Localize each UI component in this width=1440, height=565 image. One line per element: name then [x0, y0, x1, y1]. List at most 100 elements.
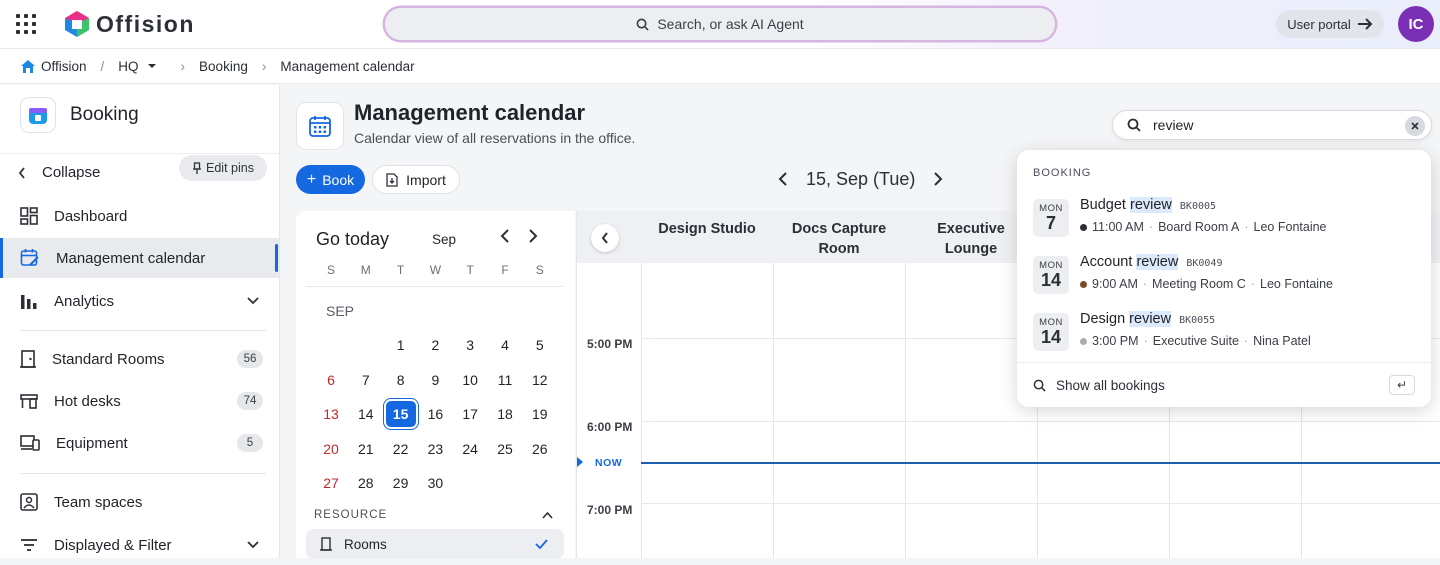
import-button[interactable]: Import — [372, 165, 460, 194]
result-title-highlight: review — [1136, 254, 1179, 270]
collapse-label: Collapse — [42, 164, 101, 181]
result-date-badge: MON 7 — [1033, 199, 1069, 237]
time-label: 7:00 PM — [587, 503, 633, 517]
scroll-left-button[interactable] — [591, 224, 619, 252]
desk-icon — [20, 394, 38, 409]
sidebar-item-equipment[interactable]: Equipment 5 — [0, 423, 279, 463]
calendar-day[interactable]: 30 — [420, 470, 450, 496]
calendar-day[interactable]: 11 — [490, 367, 520, 393]
calendar-day[interactable]: 12 — [525, 367, 555, 393]
show-all-label: Show all bookings — [1056, 377, 1165, 393]
calendar-day[interactable]: 21 — [351, 436, 381, 462]
now-line — [641, 462, 1440, 464]
weekday-label: S — [326, 263, 335, 277]
sidebar-item-displayed-filter[interactable]: Displayed & Filter — [0, 525, 279, 565]
top-bar: Offision Search, or ask AI Agent User po… — [0, 0, 1440, 48]
result-meta: 3:00 PM · Executive Suite · Nina Patel — [1080, 334, 1311, 348]
close-icon — [1411, 122, 1419, 130]
calendar-day[interactable]: 2 — [420, 332, 450, 358]
calendar-day[interactable]: 3 — [455, 332, 485, 358]
chevron-down-icon[interactable] — [247, 297, 259, 305]
breadcrumb-module[interactable]: Booking — [199, 59, 248, 74]
calendar-day[interactable]: 9 — [420, 367, 450, 393]
mini-calendar: Go today Sep SMTWTFS SEP 1 2 3 4 5 6 7 8 9 10 11 12… — [296, 211, 575, 559]
column-docs-capture-room[interactable]: Docs Capture Room — [773, 219, 905, 259]
result-room: Board Room A — [1158, 220, 1240, 234]
calendar-day[interactable]: 22 — [386, 436, 416, 462]
calendar-day[interactable]: 17 — [455, 401, 485, 427]
show-all-bookings-button[interactable]: Show all bookings ↵ — [1017, 362, 1431, 407]
calendar-day[interactable]: 7 — [351, 367, 381, 393]
calendar-day[interactable]: 24 — [455, 436, 485, 462]
result-person: Leo Fontaine — [1253, 220, 1327, 234]
search-result-item[interactable]: MON 14 Account review BK0049 9:00 AM · Meeting… — [1033, 254, 1423, 298]
app-launcher-icon[interactable] — [10, 10, 38, 38]
calendar-day[interactable]: 10 — [455, 367, 485, 393]
count-badge: 5 — [237, 434, 263, 452]
user-portal-button[interactable]: User portal — [1276, 10, 1384, 38]
grid-line — [905, 263, 906, 558]
booking-search-input[interactable]: review — [1112, 110, 1432, 140]
dashboard-icon — [20, 207, 38, 225]
resource-rooms-option[interactable]: Rooms — [306, 529, 564, 559]
result-time: 11:00 AM — [1092, 220, 1144, 234]
grid-line — [641, 263, 642, 558]
app-logo[interactable]: Offision — [64, 9, 195, 39]
sidebar-item-team-spaces[interactable]: Team spaces — [0, 482, 279, 522]
chevron-down-icon[interactable] — [247, 541, 259, 549]
result-title-text: Budget — [1080, 197, 1126, 213]
calendar-day[interactable]: 29 — [386, 470, 416, 496]
breadcrumb-location[interactable]: HQ — [118, 59, 156, 74]
search-icon — [1033, 379, 1046, 392]
calendar-day[interactable]: 18 — [490, 401, 520, 427]
calendar-day[interactable]: 25 — [490, 436, 520, 462]
sidebar-item-management-calendar[interactable]: Management calendar — [0, 238, 279, 278]
avatar[interactable]: IC — [1398, 6, 1434, 42]
calendar-day[interactable]: 1 — [386, 332, 416, 358]
filter-icon — [21, 539, 37, 551]
next-month-icon[interactable] — [528, 229, 538, 243]
next-day-icon[interactable] — [933, 172, 943, 186]
calendar-day[interactable]: 20 — [316, 436, 346, 462]
calendar-day[interactable]: 19 — [525, 401, 555, 427]
current-date[interactable]: 15, Sep (Tue) — [806, 169, 915, 190]
search-result-item[interactable]: MON 7 Budget review BK0005 11:00 AM · Board Ro… — [1033, 197, 1423, 241]
search-result-item[interactable]: MON 14 Design review BK0055 3:00 PM · Executiv… — [1033, 311, 1423, 355]
result-meta: 11:00 AM · Board Room A · Leo Fontaine — [1080, 220, 1327, 234]
sidebar-item-hot-desks[interactable]: Hot desks 74 — [0, 381, 279, 421]
result-date-badge: MON 14 — [1033, 313, 1069, 351]
sidebar-item-analytics[interactable]: Analytics — [0, 281, 279, 321]
clear-search-button[interactable] — [1405, 116, 1425, 136]
calendar-day[interactable]: 28 — [351, 470, 381, 496]
go-today-button[interactable]: Go today — [316, 229, 389, 250]
breadcrumb-home[interactable]: Offision — [20, 59, 87, 74]
breadcrumb-separator: / — [100, 58, 105, 74]
book-button[interactable]: + Book — [296, 165, 365, 194]
calendar-day[interactable]: 14 — [351, 401, 381, 427]
calendar-day[interactable]: 8 — [386, 367, 416, 393]
month-selector[interactable]: Sep — [432, 232, 456, 247]
count-badge: 56 — [237, 350, 263, 368]
calendar-day-today[interactable]: 15 — [385, 401, 416, 428]
calendar-day[interactable]: 27 — [316, 470, 346, 496]
sidebar-item-dashboard[interactable]: Dashboard — [0, 196, 279, 236]
breadcrumb-page: Management calendar — [280, 58, 415, 74]
calendar-day[interactable]: 16 — [420, 401, 450, 427]
calendar-day[interactable]: 5 — [525, 332, 555, 358]
mini-divider — [306, 286, 564, 287]
devices-icon — [20, 435, 40, 451]
breadcrumb-home-label: Offision — [41, 58, 87, 74]
sidebar-item-standard-rooms[interactable]: Standard Rooms 56 — [0, 339, 279, 379]
global-search-input[interactable]: Search, or ask AI Agent — [384, 7, 1056, 41]
calendar-day[interactable]: 23 — [420, 436, 450, 462]
prev-day-icon[interactable] — [778, 172, 788, 186]
calendar-day[interactable]: 4 — [490, 332, 520, 358]
calendar-day[interactable]: 26 — [525, 436, 555, 462]
column-design-studio[interactable]: Design Studio — [641, 219, 773, 239]
prev-month-icon[interactable] — [500, 229, 510, 243]
grid-line — [773, 263, 774, 558]
calendar-day[interactable]: 6 — [316, 367, 346, 393]
calendar-day[interactable]: 13 — [316, 401, 346, 427]
edit-pins-button[interactable]: Edit pins — [179, 155, 267, 181]
chevron-up-icon[interactable] — [542, 512, 553, 519]
